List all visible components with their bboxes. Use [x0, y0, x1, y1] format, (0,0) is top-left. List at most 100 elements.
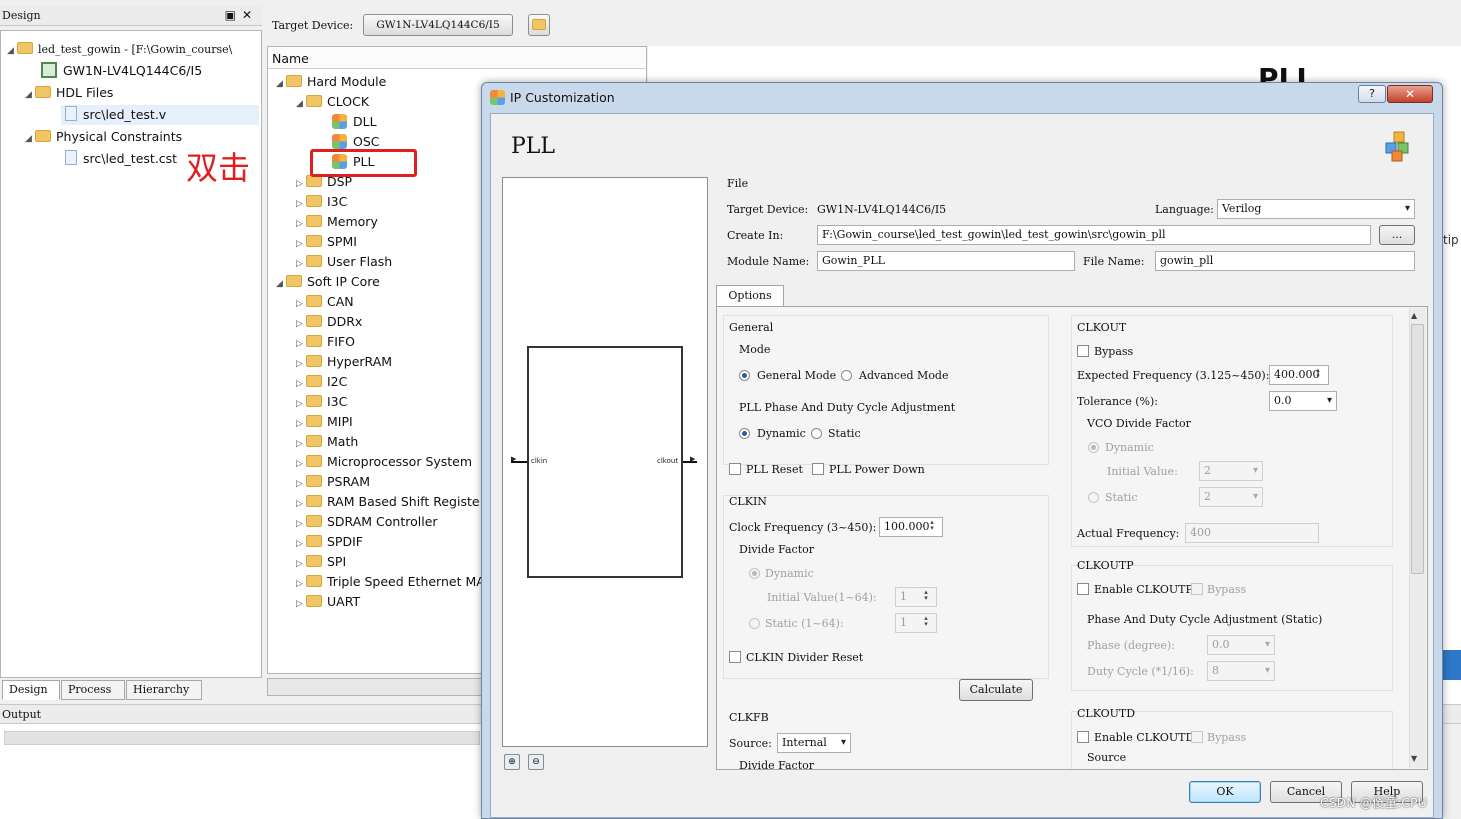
clkfb-source-select[interactable]: Internal — [777, 733, 851, 753]
file-icon — [65, 106, 77, 121]
scroll-up-icon[interactable]: ▲ — [1411, 311, 1417, 320]
tree-item-project[interactable]: ◢ led_test_gowin - [F:\Gowin_course\ — [7, 39, 232, 59]
collapse-arrow-icon[interactable]: ◢ — [276, 274, 286, 294]
options-scroll-thumb[interactable] — [1411, 324, 1424, 574]
clkin-arrow-icon: ▶ — [511, 455, 517, 463]
tree-item-soft[interactable]: ▷ I3C — [296, 392, 347, 412]
tab-hierarchy[interactable]: Hierarchy — [126, 680, 202, 700]
tree-item-soft[interactable]: ▷ HyperRAM — [296, 352, 392, 372]
collapse-arrow-icon[interactable]: ◢ — [296, 94, 306, 114]
tree-item-soft[interactable]: ▷ I2C — [296, 372, 347, 392]
tree-item-soft[interactable]: ▷ SPI — [296, 552, 346, 572]
scroll-down-icon[interactable]: ▼ — [1411, 754, 1417, 763]
pll-reset-label: PLL Reset — [746, 463, 803, 476]
clkin-divider-reset-checkbox[interactable] — [729, 651, 741, 663]
collapse-arrow-icon[interactable]: ◢ — [25, 85, 35, 105]
tree-item-device[interactable]: GW1N-LV4LQ144C6/I5 — [41, 61, 202, 81]
mode-general-radio[interactable] — [739, 370, 750, 381]
mode-advanced-radio[interactable] — [841, 370, 852, 381]
tab-options[interactable]: Options — [716, 285, 784, 307]
phase-dynamic-radio[interactable] — [739, 428, 750, 439]
open-folder-button[interactable] — [528, 14, 550, 36]
tree-item-hard-module[interactable]: ◢ Hard Module — [276, 72, 386, 92]
create-in-field[interactable]: F:\Gowin_course\led_test_gowin\led_test_… — [817, 225, 1371, 245]
collapse-arrow-icon[interactable]: ◢ — [276, 74, 286, 94]
ok-button[interactable]: OK — [1189, 781, 1261, 803]
tree-item-soft[interactable]: ▷ DDRx — [296, 312, 362, 332]
tree-item-soft[interactable]: ▷ Microprocessor System — [296, 452, 472, 472]
tree-item-i3c-hard[interactable]: ▷ I3C — [296, 192, 347, 212]
tree-item-soft[interactable]: ▷ RAM Based Shift Registe — [296, 492, 480, 512]
tree-item-constraints[interactable]: ◢ Physical Constraints — [25, 127, 182, 147]
clkin-static-radio[interactable] — [749, 618, 760, 629]
calculate-button[interactable]: Calculate — [959, 679, 1033, 701]
phase-degree-select[interactable]: 0.0 — [1207, 635, 1275, 655]
clkin-initial-input[interactable]: 1 — [895, 587, 937, 607]
tree-item-user-flash[interactable]: ▷ User Flash — [296, 252, 392, 272]
tree-item-memory[interactable]: ▷ Memory — [296, 212, 378, 232]
collapse-arrow-icon[interactable]: ◢ — [25, 129, 35, 149]
tolerance-select[interactable]: 0.0 — [1269, 391, 1337, 411]
browse-button[interactable]: ... — [1379, 225, 1415, 245]
zoom-in-icon[interactable]: ⊕ — [504, 754, 520, 770]
tree-item-soft-ip[interactable]: ◢ Soft IP Core — [276, 272, 380, 292]
vco-dynamic-radio[interactable] — [1088, 442, 1099, 453]
tree-item-spmi[interactable]: ▷ SPMI — [296, 232, 357, 252]
language-select[interactable]: Verilog — [1217, 199, 1415, 219]
vco-static-select[interactable]: 2 — [1199, 487, 1263, 507]
clkin-freq-input[interactable]: 100.000 — [879, 517, 943, 537]
tree-item-hdl-file[interactable]: src\led_test.v — [61, 105, 259, 125]
clkoutd-bypass-checkbox[interactable] — [1191, 731, 1203, 743]
tree-item-hdl-files[interactable]: ◢ HDL Files — [25, 83, 113, 103]
vco-initial-select[interactable]: 2 — [1199, 461, 1263, 481]
tree-item-soft[interactable]: ▷ FIFO — [296, 332, 355, 352]
tree-item-soft[interactable]: ▷ CAN — [296, 292, 354, 312]
zoom-out-icon[interactable]: ⊖ — [528, 754, 544, 770]
enable-clkoutd-checkbox[interactable] — [1077, 731, 1089, 743]
tree-item-soft[interactable]: ▷ PSRAM — [296, 472, 370, 492]
collapse-arrow-icon[interactable]: ◢ — [7, 41, 17, 61]
ip-tree-header[interactable]: Name — [268, 47, 646, 69]
enable-clkoutp-checkbox[interactable] — [1077, 583, 1089, 595]
tab-process[interactable]: Process — [61, 680, 125, 700]
folder-icon — [286, 275, 302, 287]
close-icon[interactable]: ✕ — [242, 8, 258, 22]
tree-item-dll[interactable]: DLL — [332, 112, 377, 132]
folder-icon — [306, 355, 322, 367]
expected-freq-input[interactable]: 400.000 — [1269, 365, 1329, 385]
clkout-bypass-checkbox[interactable] — [1077, 345, 1089, 357]
clkin-static-input[interactable]: 1 — [895, 613, 937, 633]
dialog-close-button[interactable]: ✕ — [1387, 85, 1433, 103]
phase-static-radio[interactable] — [811, 428, 822, 439]
float-icon[interactable]: ▣ — [225, 8, 242, 22]
clkoutp-bypass-checkbox[interactable] — [1191, 583, 1203, 595]
tab-design[interactable]: Design — [2, 680, 60, 700]
tree-item-soft[interactable]: ▷ Triple Speed Ethernet MA — [296, 572, 485, 592]
tree-item-cst-file[interactable]: src\led_test.cst — [65, 149, 177, 169]
vco-static-radio[interactable] — [1088, 492, 1099, 503]
double-click-annotation: 双击 — [186, 149, 251, 187]
tree-item-soft[interactable]: ▷ MIPI — [296, 412, 353, 432]
tree-item-soft[interactable]: ▷ UART — [296, 592, 360, 612]
design-panel: Design ▣✕ ◢ led_test_gowin - [F:\Gowin_co… — [0, 6, 262, 700]
dialog-help-button[interactable]: ? — [1358, 85, 1386, 103]
output-scrollbar[interactable] — [4, 731, 480, 745]
clkin-dynamic-radio[interactable] — [749, 568, 760, 579]
vco-initial-label: Initial Value: — [1107, 465, 1178, 478]
folder-icon — [306, 255, 322, 267]
tree-item-soft[interactable]: ▷ SDRAM Controller — [296, 512, 438, 532]
dialog-target-value: GW1N-LV4LQ144C6/I5 — [817, 203, 947, 216]
file-name-field[interactable]: gowin_pll — [1155, 251, 1415, 271]
module-name-field[interactable]: Gowin_PLL — [817, 251, 1075, 271]
ip-tree-hscrollbar[interactable] — [267, 678, 482, 696]
pll-reset-checkbox[interactable] — [729, 463, 741, 475]
pll-power-down-checkbox[interactable] — [812, 463, 824, 475]
tree-item-soft[interactable]: ▷ Math — [296, 432, 358, 452]
clkoutd-bypass-label: Bypass — [1207, 731, 1247, 744]
tree-item-soft[interactable]: ▷ SPDIF — [296, 532, 363, 552]
target-device-button[interactable]: GW1N-LV4LQ144C6/I5 — [363, 14, 513, 36]
tree-item-clock[interactable]: ◢ CLOCK — [296, 92, 369, 112]
duty-cycle-select[interactable]: 8 — [1207, 661, 1275, 681]
dialog-titlebar[interactable] — [482, 83, 1442, 113]
clkout-arrow-icon: ▶ — [690, 455, 696, 463]
